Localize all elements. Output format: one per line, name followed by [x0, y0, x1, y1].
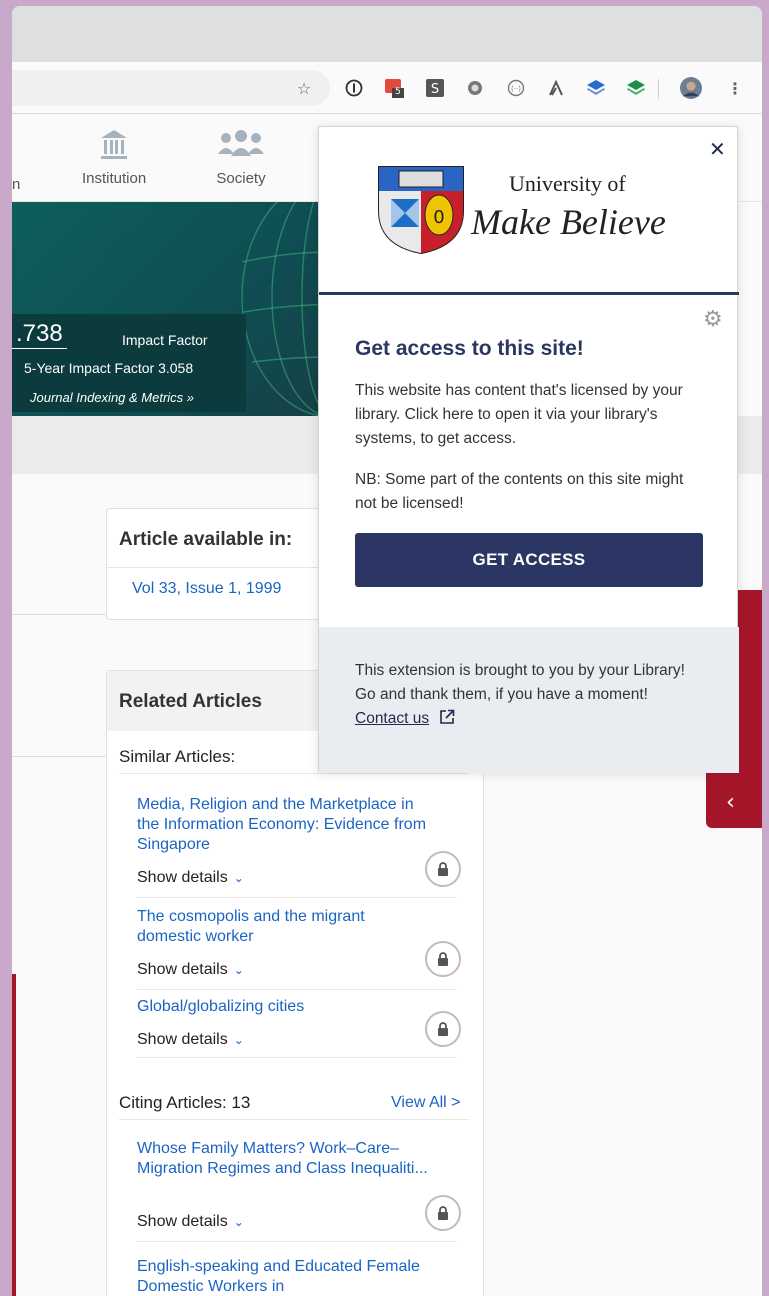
- show-details-toggle[interactable]: Show details ⌄: [137, 961, 244, 979]
- get-access-button[interactable]: GET ACCESS: [355, 533, 703, 587]
- toolbar-divider: [658, 79, 659, 99]
- zotero-extension-icon[interactable]: [545, 77, 567, 99]
- close-icon[interactable]: ✕: [709, 137, 726, 161]
- citing-article-link[interactable]: Whose Family Matters? Work–Care–Migratio…: [137, 1139, 437, 1179]
- left-rule: [12, 756, 106, 757]
- show-details-label: Show details: [137, 1213, 228, 1230]
- impact-metrics: .738 Impact Factor 5-Year Impact Factor …: [12, 314, 246, 412]
- chevron-left-icon[interactable]: ‹: [726, 790, 735, 815]
- similar-article-link[interactable]: Media, Religion and the Marketplace in t…: [137, 795, 437, 855]
- nav-item-partial[interactable]: n: [12, 176, 20, 193]
- popup-title: Get access to this site!: [355, 337, 584, 360]
- extension-badge: 5: [395, 87, 401, 97]
- nav-item-institution-label: Institution: [82, 170, 147, 187]
- university-of-label: University of: [509, 171, 626, 196]
- svg-text:(··): (··): [511, 85, 521, 93]
- item-rule: [137, 1241, 457, 1242]
- university-name: Make Believe: [471, 202, 666, 242]
- layers-green-icon[interactable]: [625, 77, 647, 99]
- profile-avatar[interactable]: [680, 77, 702, 99]
- similar-articles-heading: Similar Articles:: [119, 747, 236, 766]
- lock-icon[interactable]: [425, 941, 461, 977]
- nav-item-partial-label: n: [12, 176, 21, 193]
- left-red-accent: [12, 974, 16, 1296]
- show-details-toggle[interactable]: Show details ⌄: [137, 1031, 244, 1049]
- issue-link[interactable]: Vol 33, Issue 1, 1999: [132, 579, 281, 599]
- tab-strip: [12, 6, 762, 62]
- institution-icon: [82, 128, 146, 164]
- svg-text:S: S: [431, 82, 439, 97]
- show-details-label: Show details: [137, 1031, 228, 1048]
- society-icon: [216, 128, 266, 164]
- lock-icon[interactable]: [425, 1011, 461, 1047]
- nav-item-society-label: Society: [216, 170, 266, 187]
- five-year-impact: 5-Year Impact Factor 3.058: [24, 360, 194, 376]
- similar-article-link[interactable]: The cosmopolis and the migrant domestic …: [137, 907, 407, 947]
- section-rule: [119, 773, 469, 774]
- article-available-card: Article available in: Vol 33, Issue 1, 1…: [106, 508, 331, 620]
- show-details-label: Show details: [137, 961, 228, 978]
- item-rule: [137, 1057, 457, 1058]
- popup-header: ✕ 0 University of Make Believe: [319, 127, 739, 295]
- left-rule: [12, 614, 106, 615]
- chevron-down-icon: ⌄: [233, 1215, 244, 1229]
- item-rule: [137, 897, 457, 898]
- chevron-down-icon: ⌄: [233, 1033, 244, 1047]
- gear-icon[interactable]: ⚙: [703, 307, 723, 332]
- address-bar[interactable]: [12, 70, 330, 106]
- item-rule: [137, 989, 457, 990]
- related-articles-heading: Related Articles: [119, 691, 262, 712]
- lock-icon[interactable]: [425, 1195, 461, 1231]
- password-manager-icon[interactable]: [343, 77, 365, 99]
- circle-extension-icon[interactable]: [464, 77, 486, 99]
- svg-text:0: 0: [433, 207, 444, 228]
- chevron-down-icon: ⌄: [233, 963, 244, 977]
- popup-notice: NB: Some part of the contents on this si…: [355, 471, 684, 512]
- university-crest-icon: 0: [378, 166, 464, 255]
- card-divider: [107, 567, 331, 568]
- more-menu-icon[interactable]: ⋮: [724, 77, 746, 99]
- s-extension-icon[interactable]: S: [424, 77, 446, 99]
- journal-indexing-link[interactable]: Journal Indexing & Metrics »: [30, 390, 194, 405]
- footer-message: This extension is brought to you by your…: [355, 662, 685, 703]
- journal-banner: .738 Impact Factor 5-Year Impact Factor …: [12, 202, 342, 416]
- nav-item-society[interactable]: Society: [216, 128, 266, 187]
- calendar-extension-icon[interactable]: 5: [384, 77, 406, 99]
- lock-icon[interactable]: [425, 851, 461, 887]
- contact-us-link[interactable]: Contact us: [355, 710, 429, 727]
- library-access-popup: ✕ 0 University of Make Believe ⚙ Get acc…: [318, 126, 739, 773]
- layers-blue-icon[interactable]: [585, 77, 607, 99]
- show-details-toggle[interactable]: Show details ⌄: [137, 1213, 244, 1231]
- citing-articles-heading: Citing Articles: 13: [119, 1093, 251, 1112]
- impact-factor-label: Impact Factor: [122, 332, 208, 348]
- popup-footer: This extension is brought to you by your…: [319, 627, 739, 773]
- popup-description: This website has content that's licensed…: [355, 382, 683, 447]
- nav-item-institution[interactable]: Institution: [82, 128, 146, 187]
- citing-article-link[interactable]: English-speaking and Educated Female Dom…: [137, 1257, 437, 1296]
- show-details-toggle[interactable]: Show details ⌄: [137, 869, 244, 887]
- bookmark-star-icon[interactable]: ☆: [293, 77, 315, 99]
- similar-article-link[interactable]: Global/globalizing cities: [137, 997, 304, 1017]
- browser-toolbar: ☆ 5 S (··) ⋮: [12, 62, 762, 114]
- external-link-icon[interactable]: [439, 709, 455, 725]
- chevron-down-icon: ⌄: [233, 871, 244, 885]
- footer-text: This extension is brought to you by your…: [355, 659, 705, 731]
- impact-factor-value: .738: [12, 320, 67, 349]
- code-extension-icon[interactable]: (··): [505, 77, 527, 99]
- article-available-heading: Article available in:: [119, 529, 293, 550]
- show-details-label: Show details: [137, 869, 228, 886]
- view-all-link[interactable]: View All >: [391, 1093, 461, 1113]
- section-rule: [119, 1119, 469, 1120]
